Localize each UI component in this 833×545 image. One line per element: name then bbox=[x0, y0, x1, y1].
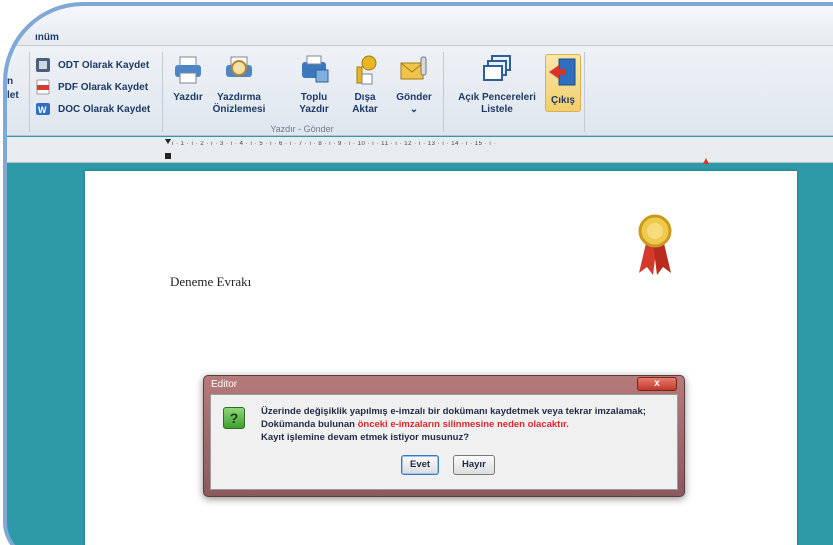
group-separator bbox=[29, 52, 30, 132]
batch-print-label: Toplu Yazdır bbox=[299, 92, 329, 115]
print-label: Yazdır bbox=[173, 92, 203, 103]
message-line-2: Dokümanda bulunan önceki e-imzaların sil… bbox=[261, 418, 646, 431]
print-group-caption: Yazdır - Gönder bbox=[270, 124, 334, 134]
question-icon: ? bbox=[223, 407, 245, 429]
ribbon-toolbar: n let ODT Olarak Kaydet PDF Olarak Kayde… bbox=[7, 46, 833, 136]
menu-bar: ınüm bbox=[7, 6, 833, 46]
send-mail-icon bbox=[398, 54, 430, 86]
window-frame: ınüm n let ODT Olarak Kaydet PDF Olarak … bbox=[3, 2, 833, 545]
windows-list-icon bbox=[481, 54, 513, 86]
save-pdf-button[interactable]: PDF Olarak Kaydet bbox=[35, 76, 150, 98]
exit-label: Çıkış bbox=[551, 95, 575, 106]
print-preview-label: Yazdırma Önizlemesi bbox=[212, 92, 266, 115]
dialog-body: ? Üzerinde değişiklik yapılmış e-imzalı … bbox=[210, 394, 678, 490]
cut-off-button[interactable]: n let bbox=[7, 76, 19, 104]
export-label: Dışa Aktar bbox=[352, 92, 378, 115]
doc-file-icon: W bbox=[35, 101, 51, 117]
odt-file-icon bbox=[35, 57, 51, 73]
save-doc-button[interactable]: W DOC Olarak Kaydet bbox=[35, 98, 150, 120]
save-as-group: ODT Olarak Kaydet PDF Olarak Kaydet W DO… bbox=[35, 54, 150, 120]
save-doc-label: DOC Olarak Kaydet bbox=[58, 103, 151, 115]
application-window: ınüm n let ODT Olarak Kaydet PDF Olarak … bbox=[0, 0, 833, 545]
message-line-1: Üzerinde değişiklik yapılmış e-imzalı bi… bbox=[261, 406, 646, 417]
message-line-2-prefix: Dokümanda bulunan bbox=[261, 419, 358, 430]
cut-off-label-1: n bbox=[7, 76, 14, 87]
save-odt-button[interactable]: ODT Olarak Kaydet bbox=[35, 54, 150, 76]
exit-button[interactable]: Çıkış bbox=[545, 54, 581, 112]
send-button[interactable]: Gönder ⌄ bbox=[392, 54, 436, 116]
svg-text:W: W bbox=[38, 105, 47, 115]
warning-text: önceki e-imzaların silinmesine neden ola… bbox=[357, 419, 569, 430]
send-label: Gönder ⌄ bbox=[396, 92, 432, 115]
print-preview-button[interactable]: Yazdırma Önizlemesi bbox=[211, 54, 267, 116]
batch-print-button[interactable]: Toplu Yazdır bbox=[294, 54, 334, 116]
right-margin-marker-icon[interactable] bbox=[703, 151, 709, 164]
group-separator bbox=[443, 52, 444, 132]
document-text[interactable]: Deneme Evrakı bbox=[170, 274, 251, 290]
group-separator bbox=[584, 52, 585, 132]
print-preview-icon bbox=[223, 54, 255, 86]
award-ribbon-icon bbox=[635, 211, 675, 281]
group-separator bbox=[162, 52, 163, 132]
horizontal-ruler[interactable]: · ı · 1 · ı · 2 · ı · 3 · ı · 4 · ı · 5 … bbox=[167, 141, 712, 157]
document-page[interactable]: Deneme Evrakı Editor x ? Üzerinde değişi… bbox=[85, 171, 797, 545]
exit-door-icon bbox=[547, 57, 579, 89]
print-button[interactable]: Yazdır bbox=[171, 54, 205, 104]
yes-button[interactable]: Evet bbox=[401, 455, 440, 475]
dialog-message: Üzerinde değişiklik yapılmış e-imzalı bi… bbox=[261, 405, 646, 444]
cut-off-label-2: let bbox=[7, 90, 19, 101]
export-button[interactable]: Dışa Aktar bbox=[347, 54, 383, 116]
message-line-3: Kayıt işlemine devam etmek istiyor musun… bbox=[261, 432, 470, 443]
ruler-bar: · ı · 1 · ı · 2 · ı · 3 · ı · 4 · ı · 5 … bbox=[7, 137, 833, 164]
save-pdf-label: PDF Olarak Kaydet bbox=[58, 81, 149, 93]
pdf-file-icon bbox=[35, 79, 51, 95]
menu-item-partial[interactable]: ınüm bbox=[35, 32, 59, 43]
confirm-dialog: Editor x ? Üzerinde değişiklik yapılmış … bbox=[203, 375, 685, 497]
dialog-title: Editor bbox=[211, 379, 238, 390]
save-odt-label: ODT Olarak Kaydet bbox=[58, 59, 150, 71]
close-button[interactable]: x bbox=[637, 377, 677, 391]
list-open-windows-label: Açık Pencereleri Listele bbox=[458, 92, 536, 115]
export-key-icon bbox=[349, 54, 381, 86]
batch-print-icon bbox=[298, 54, 330, 86]
printer-icon bbox=[172, 54, 204, 86]
list-open-windows-button[interactable]: Açık Pencereleri Listele bbox=[452, 54, 542, 116]
no-button[interactable]: Hayır bbox=[453, 455, 495, 475]
